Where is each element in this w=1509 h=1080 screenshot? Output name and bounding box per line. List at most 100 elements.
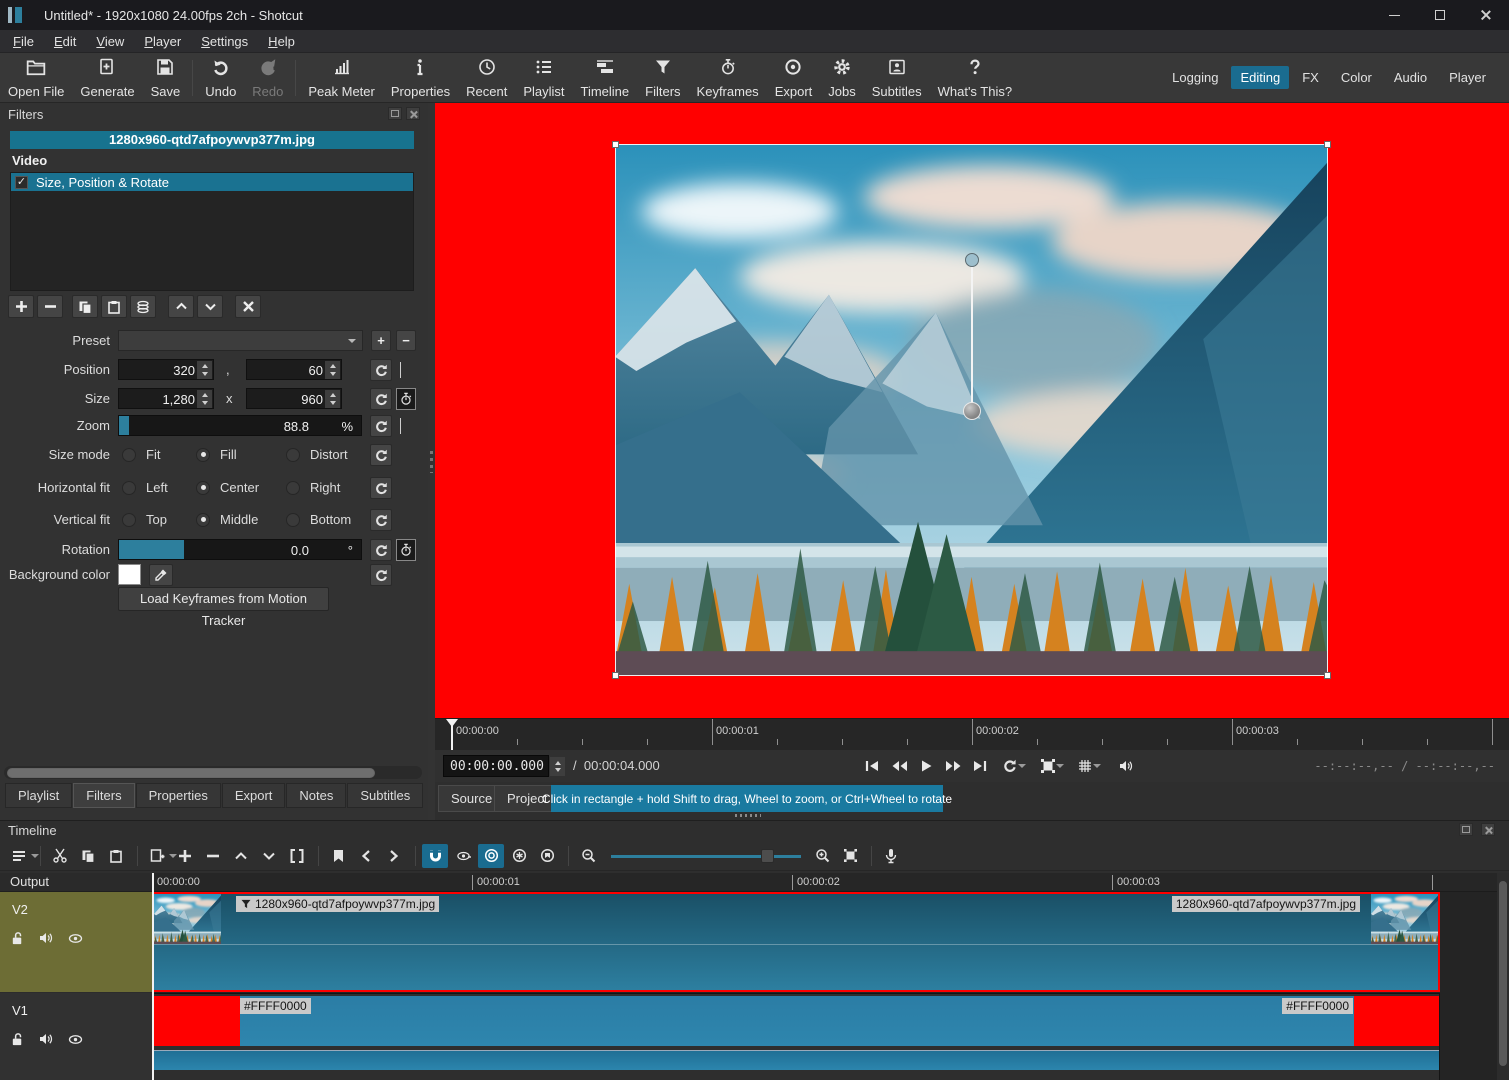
- zoom-fit-button[interactable]: [1039, 754, 1065, 778]
- mode-color[interactable]: Color: [1332, 66, 1381, 89]
- subtitles-button[interactable]: Subtitles: [864, 55, 930, 101]
- deselect-filter-button[interactable]: [235, 295, 261, 318]
- vui-selection-rect[interactable]: [615, 144, 1328, 676]
- mode-editing[interactable]: Editing: [1231, 66, 1289, 89]
- rotation-keyframe-button[interactable]: [396, 539, 416, 561]
- size-mode-fill-radio[interactable]: Fill: [196, 447, 237, 462]
- h-fit-reset-button[interactable]: [370, 477, 392, 499]
- filter-list[interactable]: ✓ Size, Position & Rotate: [10, 172, 414, 291]
- peak-meter-button[interactable]: Peak Meter: [300, 55, 382, 101]
- position-x-field[interactable]: 320: [118, 359, 214, 380]
- zoom-out-button[interactable]: [575, 844, 601, 868]
- size-height-field[interactable]: 960: [246, 388, 342, 409]
- v-fit-reset-button[interactable]: [370, 509, 392, 531]
- timeline-vertical-scrollbar[interactable]: [1497, 873, 1509, 1080]
- mute-icon[interactable]: [38, 1031, 54, 1047]
- tab-playlist[interactable]: Playlist: [5, 783, 72, 808]
- fast-forward-button[interactable]: [940, 754, 966, 778]
- background-reset-button[interactable]: [370, 564, 392, 586]
- tab-subtitles[interactable]: Subtitles: [347, 783, 423, 808]
- background-color-swatch[interactable]: [118, 564, 141, 585]
- panel-splitter[interactable]: [428, 103, 435, 820]
- move-track-up-button[interactable]: [228, 844, 254, 868]
- menu-help[interactable]: Help: [259, 32, 304, 51]
- output-track-header[interactable]: Output: [0, 873, 152, 892]
- whats-this-button[interactable]: What's This?: [930, 55, 1021, 101]
- filter-row[interactable]: ✓ Size, Position & Rotate: [11, 173, 413, 191]
- video-preview[interactable]: [435, 103, 1509, 718]
- tracks-area[interactable]: 00:00:00 00:00:01 00:00:02 00:00:03 1280…: [152, 873, 1497, 1080]
- clip-v2-image[interactable]: 1280x960-qtd7afpoywvp377m.jpg 1280x960-q…: [152, 892, 1440, 992]
- close-button[interactable]: [1463, 0, 1509, 30]
- zoom-slider[interactable]: 88.8 %: [118, 415, 362, 436]
- timeline-zoom-slider[interactable]: [611, 846, 801, 866]
- position-reset-button[interactable]: [370, 359, 392, 381]
- panel-float-icon[interactable]: [388, 107, 402, 120]
- v-fit-top-radio[interactable]: Top: [122, 512, 167, 527]
- recent-button[interactable]: Recent: [458, 55, 515, 101]
- hide-icon[interactable]: [67, 931, 84, 946]
- record-audio-button[interactable]: [878, 844, 904, 868]
- scrub-while-dragging-toggle[interactable]: [450, 844, 476, 868]
- mode-audio[interactable]: Audio: [1385, 66, 1436, 89]
- open-file-button[interactable]: Open File: [0, 55, 72, 101]
- previous-marker-button[interactable]: [353, 844, 379, 868]
- overwrite-button[interactable]: [172, 844, 198, 868]
- minimize-button[interactable]: [1371, 0, 1417, 30]
- size-mode-distort-radio[interactable]: Distort: [286, 447, 348, 462]
- position-y-field[interactable]: 60: [246, 359, 342, 380]
- spinner-arrows-icon[interactable]: [550, 757, 565, 776]
- spinner-arrows-icon[interactable]: [197, 390, 212, 408]
- resize-handle-ne[interactable]: [1324, 141, 1331, 148]
- size-mode-fit-radio[interactable]: Fit: [122, 447, 160, 462]
- timeline-button[interactable]: Timeline: [573, 55, 638, 101]
- filters-panel-scrollbar[interactable]: [4, 766, 422, 779]
- zoom-slider-handle[interactable]: [761, 849, 774, 863]
- tab-notes[interactable]: Notes: [286, 783, 346, 808]
- hide-icon[interactable]: [67, 1032, 84, 1047]
- menu-file[interactable]: File: [4, 32, 43, 51]
- v-fit-middle-radio[interactable]: Middle: [196, 512, 258, 527]
- menu-settings[interactable]: Settings: [192, 32, 257, 51]
- append-button[interactable]: [144, 844, 170, 868]
- move-filter-down-button[interactable]: [197, 295, 223, 318]
- spinner-arrows-icon[interactable]: [325, 390, 340, 408]
- copy-button[interactable]: [75, 844, 101, 868]
- spinner-arrows-icon[interactable]: [197, 361, 212, 379]
- scrollbar-handle[interactable]: [7, 768, 375, 778]
- ripple-markers-toggle[interactable]: [534, 844, 560, 868]
- lift-button[interactable]: [200, 844, 226, 868]
- panel-float-icon[interactable]: [1459, 823, 1473, 836]
- loop-button[interactable]: [1001, 754, 1027, 778]
- lock-icon[interactable]: [10, 931, 25, 946]
- mode-logging[interactable]: Logging: [1163, 66, 1227, 89]
- chevron-down-icon[interactable]: [1093, 764, 1101, 768]
- timeline-playhead[interactable]: [152, 873, 154, 1080]
- chevron-down-icon[interactable]: [1018, 764, 1026, 768]
- play-button[interactable]: [913, 754, 939, 778]
- filters-button[interactable]: Filters: [637, 55, 688, 101]
- mute-icon[interactable]: [38, 930, 54, 946]
- panel-close-icon[interactable]: [1481, 823, 1495, 836]
- player-time-ruler[interactable]: 00:00:00 00:00:01 00:00:02 00:00:03: [435, 718, 1509, 750]
- tab-filters[interactable]: Filters: [73, 783, 134, 808]
- chevron-down-icon[interactable]: [1056, 764, 1064, 768]
- move-filter-up-button[interactable]: [168, 295, 194, 318]
- keyframes-button[interactable]: Keyframes: [689, 55, 767, 101]
- center-drag-handle[interactable]: [963, 402, 981, 420]
- resize-handle-nw[interactable]: [612, 141, 619, 148]
- color-picker-button[interactable]: [149, 564, 173, 586]
- filter-enabled-checkbox[interactable]: ✓: [15, 176, 28, 189]
- track-header-v1[interactable]: V1: [0, 993, 152, 1080]
- grid-button[interactable]: [1076, 754, 1102, 778]
- mode-player[interactable]: Player: [1440, 66, 1495, 89]
- spinner-arrows-icon[interactable]: [325, 361, 340, 379]
- zoom-fit-timeline-button[interactable]: [837, 844, 863, 868]
- v-fit-bottom-radio[interactable]: Bottom: [286, 512, 351, 527]
- mode-fx[interactable]: FX: [1293, 66, 1328, 89]
- delete-preset-button[interactable]: −: [396, 330, 416, 351]
- tab-export[interactable]: Export: [222, 783, 286, 808]
- load-keyframes-button[interactable]: Load Keyframes from Motion Tracker: [118, 587, 329, 611]
- playlist-button[interactable]: Playlist: [515, 55, 572, 101]
- lock-icon[interactable]: [10, 1032, 25, 1047]
